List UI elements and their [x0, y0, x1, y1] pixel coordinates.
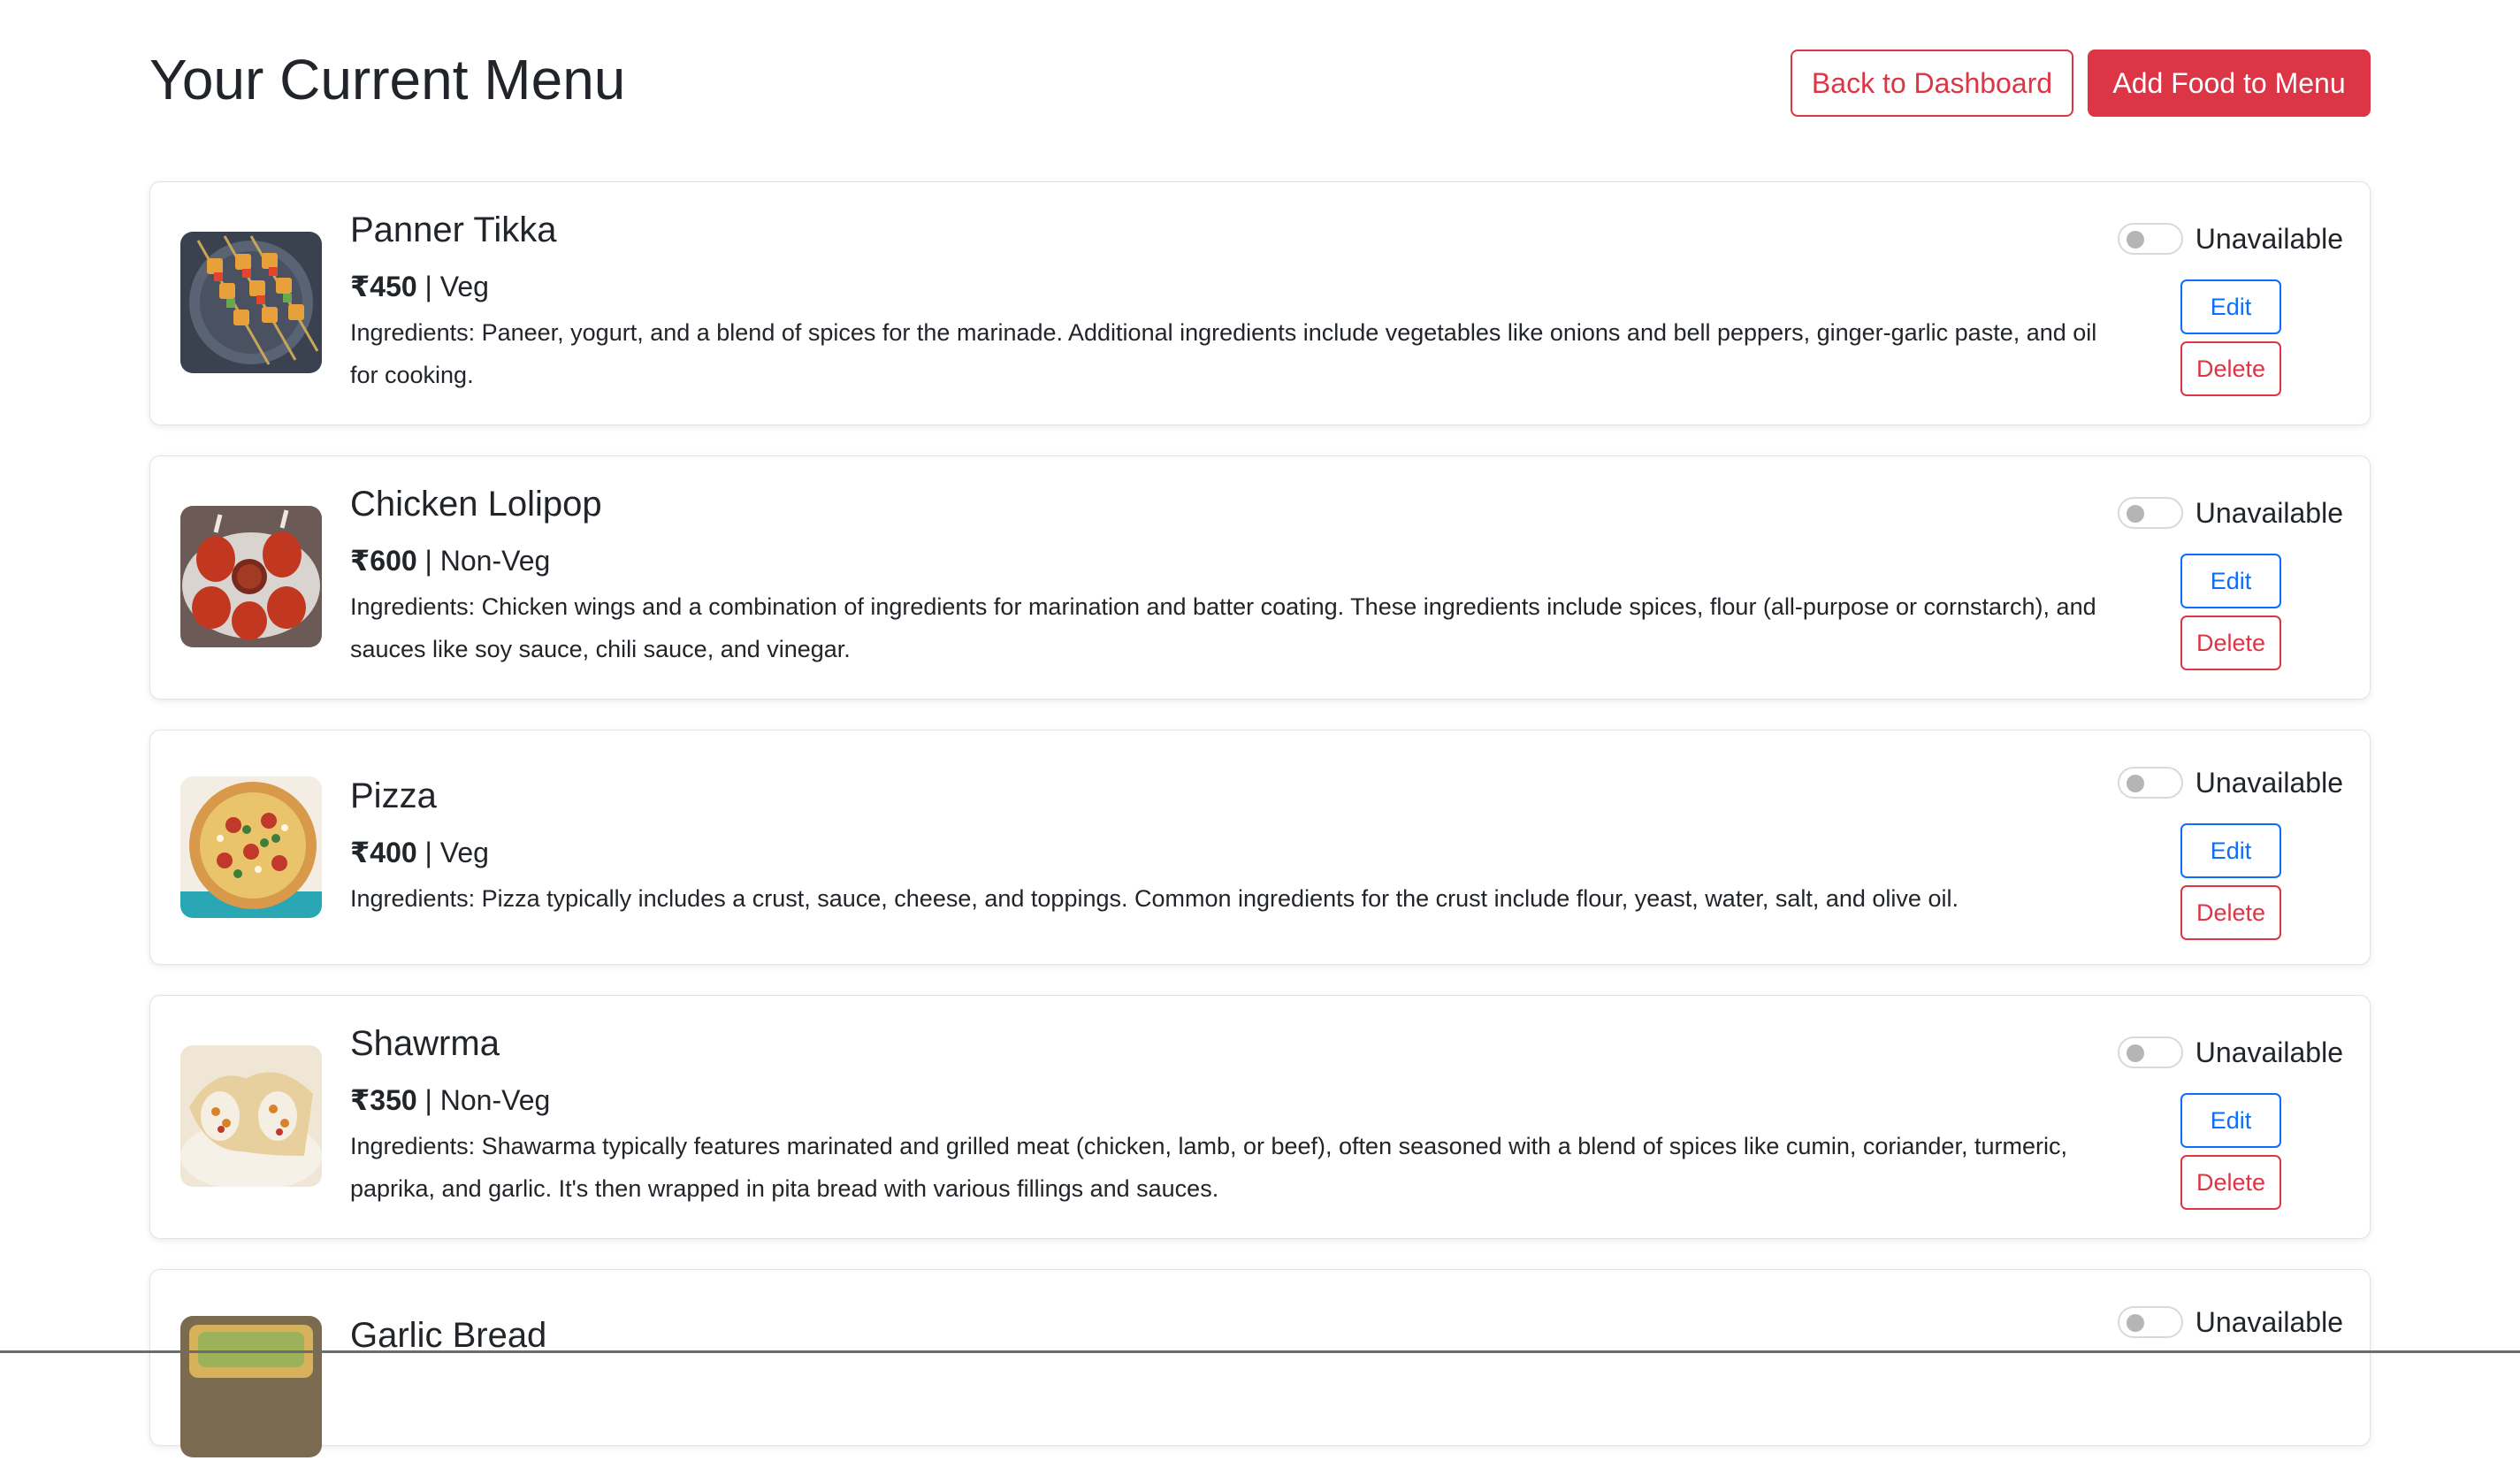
- food-price: ₹400: [350, 837, 417, 868]
- price-line: ₹450 | Veg: [350, 269, 2131, 304]
- item-controls: Unavailable Edit Delete: [2096, 761, 2343, 940]
- availability-switch[interactable]: [2117, 1306, 2183, 1338]
- availability-label: Unavailable: [2195, 766, 2343, 799]
- food-type: Non-Veg: [439, 1084, 551, 1116]
- menu-item-info: Shawrma ₹350 | Non-Veg Ingredients: Shaw…: [350, 1022, 2131, 1210]
- edit-button[interactable]: Edit: [2180, 823, 2281, 878]
- back-to-dashboard-button[interactable]: Back to Dashboard: [1791, 50, 2073, 117]
- add-food-button[interactable]: Add Food to Menu: [2088, 50, 2371, 117]
- availability-label: Unavailable: [2195, 1305, 2343, 1338]
- availability-switch[interactable]: [2117, 1036, 2183, 1068]
- menu-item-card: Chicken Lolipop ₹600 | Non-Veg Ingredien…: [149, 455, 2371, 700]
- availability-label: Unavailable: [2195, 496, 2343, 529]
- item-controls: Unavailable: [2096, 1301, 2343, 1343]
- food-image: [180, 1316, 322, 1457]
- food-name: Chicken Lolipop: [350, 485, 602, 524]
- food-type: Non-Veg: [439, 545, 551, 577]
- menu-list: Panner Tikka ₹450 | Veg Ingredients: Pan…: [149, 181, 2371, 1476]
- price-line: ₹400 | Veg: [350, 835, 2131, 870]
- food-description: Ingredients: Paneer, yogurt, and a blend…: [350, 319, 2097, 388]
- food-type: Veg: [439, 271, 489, 302]
- menu-item-card: Garlic Bread Unavailable: [149, 1269, 2371, 1457]
- availability-label: Unavailable: [2195, 222, 2343, 255]
- food-name: Pizza: [350, 776, 437, 815]
- food-price: ₹600: [350, 545, 417, 577]
- edit-button[interactable]: Edit: [2180, 279, 2281, 334]
- delete-button[interactable]: Delete: [2180, 1155, 2281, 1210]
- header-actions: Back to Dashboard Add Food to Menu: [1791, 50, 2371, 117]
- delete-button[interactable]: Delete: [2180, 885, 2281, 940]
- food-name: Shawrma: [350, 1024, 500, 1063]
- availability-toggle-row: Unavailable: [2096, 218, 2343, 260]
- food-price: ₹450: [350, 271, 417, 302]
- food-image: [180, 232, 322, 373]
- price-separator: |: [424, 271, 432, 302]
- edit-button[interactable]: Edit: [2180, 1093, 2281, 1148]
- switch-knob: [2126, 1044, 2144, 1062]
- food-description: Ingredients: Chicken wings and a combina…: [350, 593, 2096, 662]
- menu-item-card: Panner Tikka ₹450 | Veg Ingredients: Pan…: [149, 181, 2371, 425]
- menu-item-info: Pizza ₹400 | Veg Ingredients: Pizza typi…: [350, 775, 2131, 920]
- page-title: Your Current Menu: [149, 48, 626, 111]
- food-image: [180, 506, 322, 647]
- availability-toggle-row: Unavailable: [2096, 761, 2343, 804]
- price-separator: |: [424, 545, 432, 577]
- menu-item-card: Shawrma ₹350 | Non-Veg Ingredients: Shaw…: [149, 995, 2371, 1239]
- availability-label: Unavailable: [2195, 1036, 2343, 1068]
- switch-knob: [2126, 775, 2144, 792]
- delete-button[interactable]: Delete: [2180, 616, 2281, 670]
- availability-toggle-row: Unavailable: [2096, 1301, 2343, 1343]
- food-name: Panner Tikka: [350, 210, 557, 249]
- availability-switch[interactable]: [2117, 223, 2183, 255]
- food-description: Ingredients: Pizza typically includes a …: [350, 885, 1959, 912]
- switch-knob: [2126, 1314, 2144, 1332]
- switch-knob: [2126, 505, 2144, 523]
- switch-knob: [2126, 231, 2144, 249]
- menu-item-info: Panner Tikka ₹450 | Veg Ingredients: Pan…: [350, 209, 2131, 396]
- food-description: Ingredients: Shawarma typically features…: [350, 1133, 2067, 1202]
- food-image: [180, 776, 322, 918]
- price-line: ₹350 | Non-Veg: [350, 1082, 2131, 1118]
- food-image: [180, 1045, 322, 1187]
- item-controls: Unavailable Edit Delete: [2096, 492, 2343, 670]
- food-price: ₹350: [350, 1084, 417, 1116]
- item-controls: Unavailable Edit Delete: [2096, 1031, 2343, 1210]
- price-line: ₹600 | Non-Veg: [350, 543, 2131, 578]
- availability-switch[interactable]: [2117, 767, 2183, 799]
- menu-item-card: Pizza ₹400 | Veg Ingredients: Pizza typi…: [149, 730, 2371, 965]
- edit-button[interactable]: Edit: [2180, 554, 2281, 608]
- availability-toggle-row: Unavailable: [2096, 1031, 2343, 1074]
- food-type: Veg: [439, 837, 489, 868]
- price-separator: |: [424, 837, 432, 868]
- availability-switch[interactable]: [2117, 497, 2183, 529]
- availability-toggle-row: Unavailable: [2096, 492, 2343, 534]
- item-controls: Unavailable Edit Delete: [2096, 218, 2343, 396]
- price-separator: |: [424, 1084, 432, 1116]
- menu-item-info: Chicken Lolipop ₹600 | Non-Veg Ingredien…: [350, 483, 2131, 670]
- delete-button[interactable]: Delete: [2180, 341, 2281, 396]
